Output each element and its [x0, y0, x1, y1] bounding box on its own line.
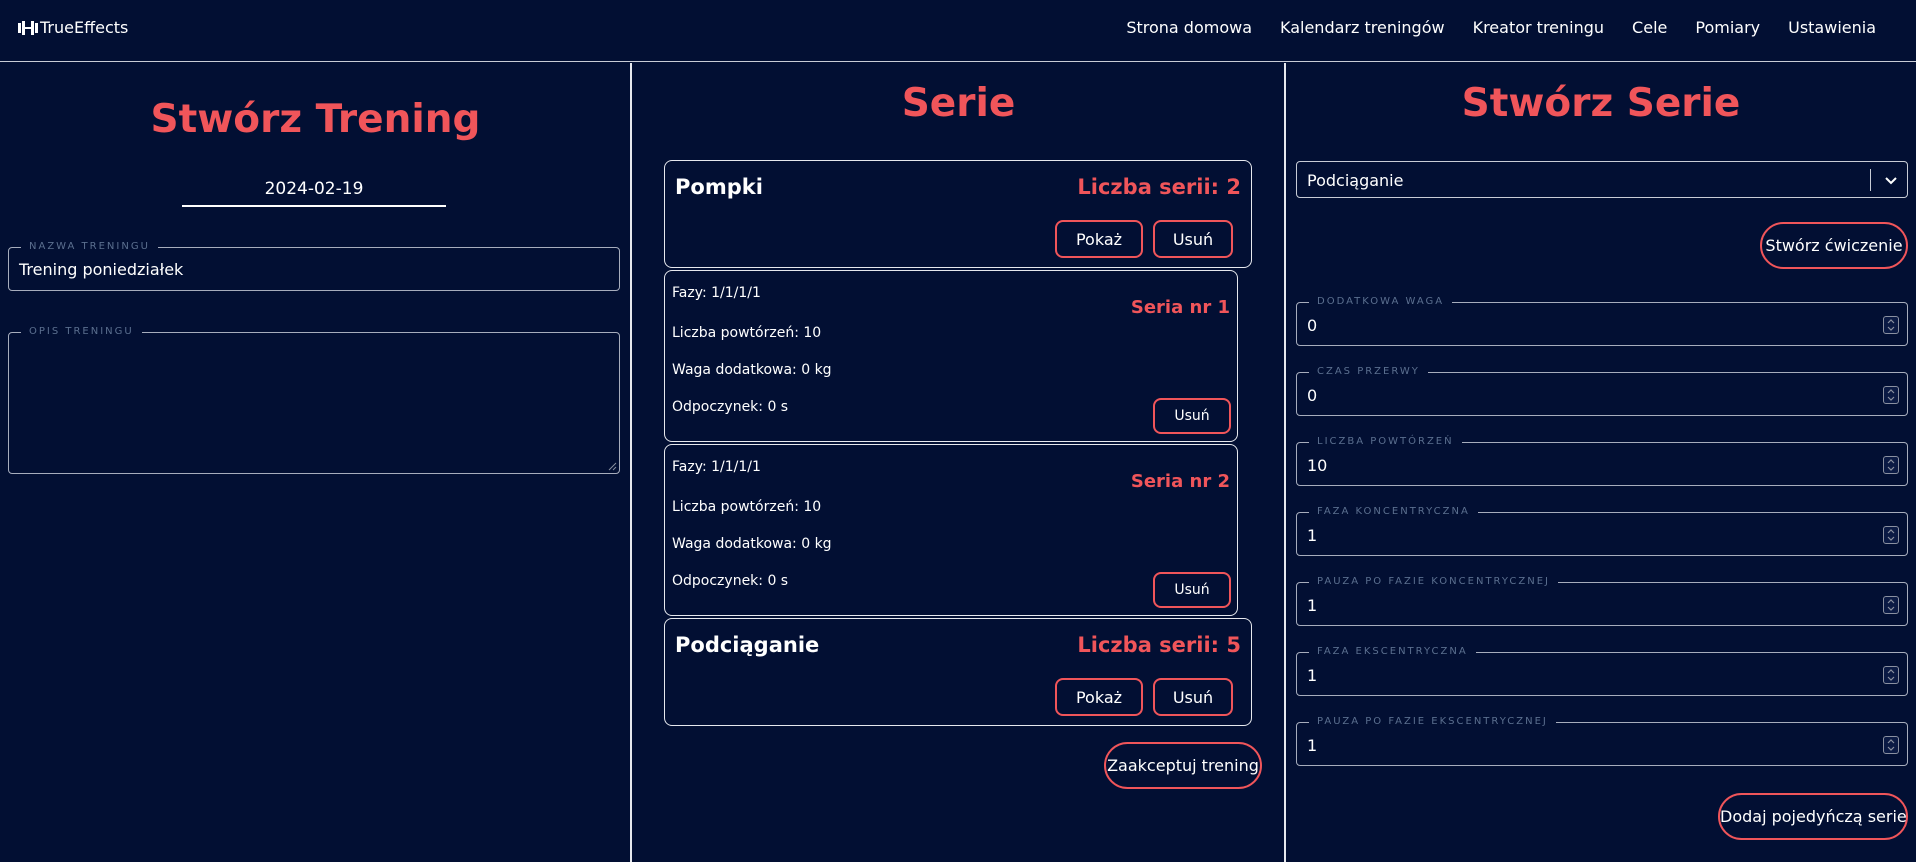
extra-weight-field[interactable]: DODATKOWA WAGA 0 — [1296, 296, 1908, 346]
eccentric-phase-label: FAZA EKSCENTRYCZNA — [1309, 646, 1476, 658]
show-sets-button[interactable]: Pokaż — [1055, 678, 1143, 716]
exercise-select-value: Podciąganie — [1307, 171, 1404, 190]
create-workout-title: Stwórz Trening — [150, 97, 481, 142]
break-time-label: CZAS PRZERWY — [1309, 366, 1428, 378]
resize-grip-icon[interactable] — [608, 462, 617, 471]
eccentric-phase-field[interactable]: FAZA EKSCENTRYCZNA 1 — [1296, 646, 1908, 696]
chevron-down-icon[interactable] — [1883, 172, 1899, 188]
exercise-set-count: Liczba serii: 5 — [1077, 633, 1241, 657]
concentric-phase-field[interactable]: FAZA KONCENTRYCZNA 1 — [1296, 506, 1908, 556]
create-workout-panel: Stwórz Trening 2024-02-19 NAZWA TRENINGU… — [0, 63, 631, 862]
accept-workout-button[interactable]: Zaakceptuj trening — [1104, 742, 1262, 789]
workout-description-label: OPIS TRENINGU — [21, 326, 142, 338]
workout-date-input[interactable]: 2024-02-19 — [182, 179, 446, 207]
nav-link-settings[interactable]: Ustawienia — [1788, 18, 1876, 37]
extra-weight-label: DODATKOWA WAGA — [1309, 296, 1453, 308]
dumbbell-icon — [18, 20, 38, 35]
set-reps: Liczba powtórzeń: 10 — [672, 499, 822, 515]
reps-count-field[interactable]: LICZBA POWTÓRZEŃ 10 — [1296, 436, 1908, 486]
workout-name-value: Trening poniedziałek — [19, 260, 184, 279]
create-series-panel: Stwórz Serie Podciąganie Stwórz ćwiczeni… — [1286, 63, 1916, 862]
series-panel: Serie Pompki Liczba serii: 2 Pokaż Usuń … — [632, 63, 1285, 862]
nav-link-home[interactable]: Strona domowa — [1126, 18, 1252, 37]
extra-weight-value: 0 — [1307, 316, 1318, 335]
eccentric-pause-field[interactable]: PAUZA PO FAZIE EKSCENTRYCZNEJ 1 — [1296, 716, 1908, 766]
exercise-set-count: Liczba serii: 2 — [1077, 175, 1241, 199]
create-exercise-button[interactable]: Stwórz ćwiczenie — [1760, 222, 1908, 269]
set-weight: Waga dodatkowa: 0 kg — [672, 536, 832, 552]
set-card: Fazy: 1/1/1/1 Liczba powtórzeń: 10 Waga … — [664, 444, 1238, 616]
spinner-arrows-icon[interactable] — [1883, 666, 1899, 684]
spinner-arrows-icon[interactable] — [1883, 386, 1899, 404]
exercise-card: Pompki Liczba serii: 2 Pokaż Usuń — [664, 160, 1252, 268]
eccentric-pause-value: 1 — [1307, 736, 1318, 755]
concentric-pause-value: 1 — [1307, 596, 1318, 615]
concentric-phase-label: FAZA KONCENTRYCZNA — [1309, 506, 1478, 518]
nav-link-workout-creator[interactable]: Kreator treningu — [1473, 18, 1604, 37]
exercise-select[interactable]: Podciąganie — [1296, 161, 1908, 198]
spinner-arrows-icon[interactable] — [1883, 596, 1899, 614]
eccentric-pause-label: PAUZA PO FAZIE EKSCENTRYCZNEJ — [1309, 716, 1556, 728]
spinner-arrows-icon[interactable] — [1883, 736, 1899, 754]
concentric-pause-label: PAUZA PO FAZIE KONCENTRYCZNEJ — [1309, 576, 1558, 588]
set-reps: Liczba powtórzeń: 10 — [672, 325, 822, 341]
delete-set-button[interactable]: Usuń — [1153, 572, 1231, 608]
concentric-phase-value: 1 — [1307, 526, 1318, 545]
spinner-arrows-icon[interactable] — [1883, 456, 1899, 474]
show-sets-button[interactable]: Pokaż — [1055, 220, 1143, 258]
exercise-name: Pompki — [675, 175, 763, 199]
set-number: Seria nr 1 — [1130, 297, 1230, 318]
break-time-value: 0 — [1307, 386, 1318, 405]
navbar: TrueEffects Strona domowa Kalendarz tren… — [0, 0, 1916, 62]
delete-set-button[interactable]: Usuń — [1153, 398, 1231, 434]
create-series-title: Stwórz Serie — [1461, 81, 1741, 126]
set-number: Seria nr 2 — [1130, 471, 1230, 492]
nav-link-measurements[interactable]: Pomiary — [1695, 18, 1760, 37]
set-phases: Fazy: 1/1/1/1 — [672, 459, 761, 475]
set-weight: Waga dodatkowa: 0 kg — [672, 362, 832, 378]
set-card: Fazy: 1/1/1/1 Liczba powtórzeń: 10 Waga … — [664, 270, 1238, 442]
exercise-card: Podciąganie Liczba serii: 5 Pokaż Usuń — [664, 618, 1252, 726]
break-time-field[interactable]: CZAS PRZERWY 0 — [1296, 366, 1908, 416]
spinner-arrows-icon[interactable] — [1883, 316, 1899, 334]
set-rest: Odpoczynek: 0 s — [672, 399, 789, 415]
series-title: Serie — [901, 81, 1016, 126]
nav-link-goals[interactable]: Cele — [1632, 18, 1667, 37]
select-separator — [1870, 169, 1871, 191]
nav-link-calendar[interactable]: Kalendarz treningów — [1280, 18, 1445, 37]
brand-name: TrueEffects — [40, 18, 129, 37]
workout-description-field[interactable]: OPIS TRENINGU — [8, 326, 620, 474]
spinner-arrows-icon[interactable] — [1883, 526, 1899, 544]
reps-count-value: 10 — [1307, 456, 1328, 475]
brand-link[interactable]: TrueEffects — [18, 18, 128, 37]
exercise-name: Podciąganie — [675, 633, 820, 657]
reps-count-label: LICZBA POWTÓRZEŃ — [1309, 436, 1462, 448]
delete-exercise-button[interactable]: Usuń — [1153, 220, 1233, 258]
nav-links: Strona domowa Kalendarz treningów Kreato… — [1126, 18, 1876, 37]
eccentric-phase-value: 1 — [1307, 666, 1318, 685]
set-rest: Odpoczynek: 0 s — [672, 573, 789, 589]
add-single-set-button[interactable]: Dodaj pojedyńczą serie — [1718, 793, 1908, 840]
workout-name-field[interactable]: NAZWA TRENINGU Trening poniedziałek — [8, 241, 620, 291]
set-phases: Fazy: 1/1/1/1 — [672, 285, 761, 301]
concentric-pause-field[interactable]: PAUZA PO FAZIE KONCENTRYCZNEJ 1 — [1296, 576, 1908, 626]
workout-name-label: NAZWA TRENINGU — [21, 241, 158, 253]
delete-exercise-button[interactable]: Usuń — [1153, 678, 1233, 716]
